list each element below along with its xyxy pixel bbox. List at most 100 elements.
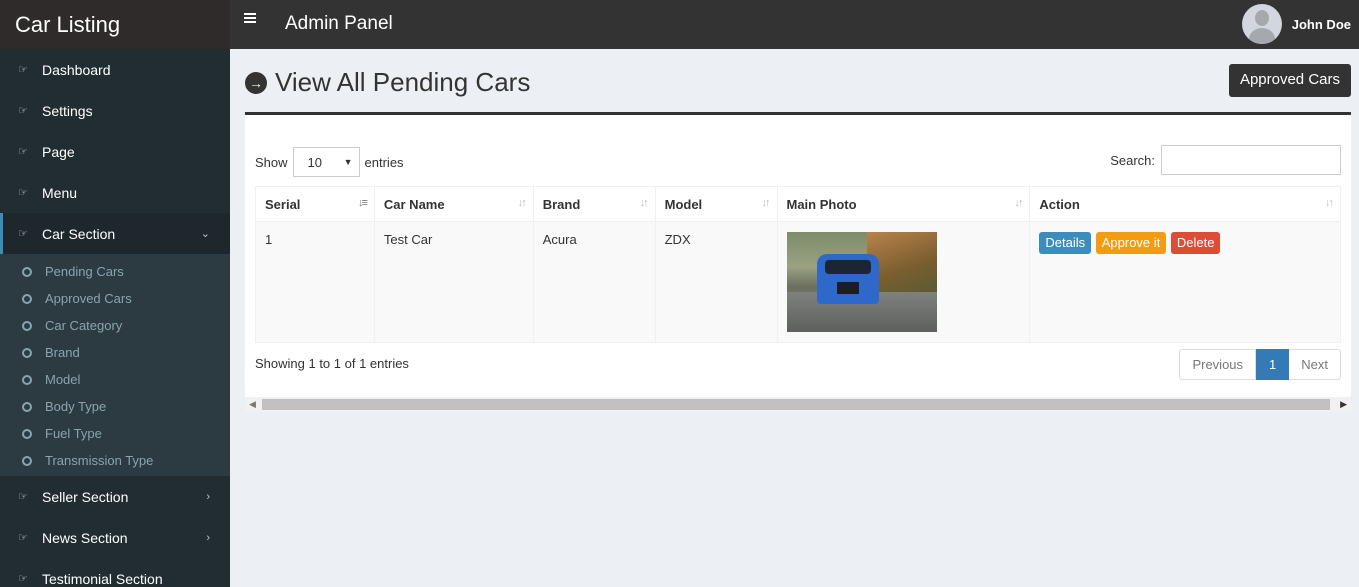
sort-icon: ↓↑ [761, 197, 771, 209]
submenu-item-body-type[interactable]: Body Type [0, 393, 230, 420]
sort-icon: ↓↑ [517, 197, 527, 209]
circle-icon [22, 293, 32, 304]
top-navbar: Admin Panel John Doe [230, 0, 1359, 49]
submenu-item-transmission-type[interactable]: Transmission Type [0, 447, 230, 474]
chevron-down-icon: ⌄ [200, 228, 210, 240]
page-1-button[interactable]: 1 [1256, 349, 1290, 380]
submenu-item-label: Transmission Type [45, 453, 154, 468]
cell-action: Details Approve it Delete [1029, 221, 1341, 343]
car-section-submenu: Pending Cars Approved Cars Car Category … [0, 254, 230, 476]
chevron-right-icon: › [206, 531, 210, 544]
cell-brand: Acura [532, 221, 656, 343]
chevron-right-icon: › [206, 490, 210, 503]
pagination: Previous 1 Next [1179, 349, 1341, 380]
column-header-serial[interactable]: Serial ↓≡ [255, 186, 375, 222]
circle-icon [22, 455, 32, 466]
page-title: → View All Pending Cars [245, 67, 530, 98]
scrollbar-thumb[interactable] [262, 399, 1330, 410]
approved-cars-button[interactable]: Approved Cars [1228, 64, 1351, 97]
sidebar-item-label: Car Section [42, 225, 116, 242]
column-header-brand[interactable]: Brand ↓↑ [532, 186, 656, 222]
submenu-item-model[interactable]: Model [0, 366, 230, 393]
main-content: → View All Pending Cars Approved Cars Sh… [230, 49, 1359, 587]
column-header-model[interactable]: Model ↓↑ [654, 186, 778, 222]
sort-icon: ↓↑ [639, 197, 649, 209]
search-label: Search: [1110, 152, 1155, 168]
submenu-item-approved-cars[interactable]: Approved Cars [0, 285, 230, 312]
cell-model: ZDX [654, 221, 778, 343]
sort-icon: ↓↑ [1014, 197, 1023, 209]
sidebar-item-label: Page [42, 143, 75, 160]
cell-serial: 1 [255, 221, 375, 343]
hand-pointer-icon: ☞ [18, 187, 28, 199]
horizontal-scrollbar[interactable]: ◀ ▶ [245, 397, 1351, 412]
submenu-item-pending-cars[interactable]: Pending Cars [0, 258, 230, 285]
search-input[interactable] [1161, 145, 1341, 175]
sidebar-item-settings[interactable]: ☞ Settings [0, 90, 230, 131]
scroll-right-icon[interactable]: ▶ [1340, 399, 1347, 410]
hand-pointer-icon: ☞ [18, 491, 28, 503]
sidebar-item-label: Dashboard [42, 61, 111, 78]
search-control: Search: [1110, 145, 1341, 175]
delete-button[interactable]: Delete [1170, 232, 1221, 254]
circle-icon [22, 401, 32, 412]
sidebar-item-page[interactable]: ☞ Page [0, 131, 230, 172]
hand-pointer-icon: ☞ [18, 228, 28, 240]
circle-arrow-right-icon: → [245, 71, 267, 94]
hand-pointer-icon: ☞ [18, 532, 28, 544]
entries-length-control: Show 10 ▼ entries [255, 147, 404, 177]
column-header-action[interactable]: Action ↓↑ [1029, 186, 1341, 222]
column-header-label: Brand [542, 196, 581, 212]
sidebar-item-menu[interactable]: ☞ Menu [0, 172, 230, 213]
column-header-car-name[interactable]: Car Name ↓↑ [373, 186, 534, 222]
menu-toggle-icon[interactable] [244, 13, 256, 25]
details-button[interactable]: Details [1039, 232, 1092, 254]
user-name: John Doe [1291, 16, 1351, 32]
sidebar-item-news-section[interactable]: ☞ News Section › [0, 517, 230, 558]
sidebar-item-testimonial-section[interactable]: ☞ Testimonial Section [0, 558, 230, 587]
scroll-left-icon[interactable]: ◀ [249, 399, 256, 410]
previous-page-button[interactable]: Previous [1179, 349, 1257, 380]
column-header-label: Model [664, 196, 703, 212]
approve-button[interactable]: Approve it [1095, 232, 1167, 254]
submenu-item-label: Brand [45, 345, 80, 360]
circle-icon [22, 320, 32, 331]
table-box: Show 10 ▼ entries Search: Serial ↓≡ Car N… [245, 112, 1351, 412]
hand-pointer-icon: ☞ [18, 105, 28, 117]
sidebar-item-label: Menu [42, 184, 78, 201]
submenu-item-label: Car Category [45, 318, 123, 333]
submenu-item-brand[interactable]: Brand [0, 339, 230, 366]
column-header-label: Action [1039, 196, 1080, 212]
table-row: 1 Test Car Acura ZDX Details Approve it … [255, 221, 1341, 343]
brand-logo[interactable]: Car Listing [0, 0, 230, 49]
header-title: Admin Panel [285, 13, 393, 34]
sidebar-item-label: Seller Section [42, 488, 129, 505]
circle-icon [22, 347, 32, 358]
user-menu[interactable]: John Doe [1241, 4, 1351, 44]
submenu-item-label: Approved Cars [45, 291, 132, 306]
hand-pointer-icon: ☞ [18, 146, 28, 158]
submenu-item-label: Model [45, 372, 81, 387]
column-header-main-photo[interactable]: Main Photo ↓↑ [776, 186, 1031, 222]
sidebar-item-label: Settings [42, 102, 93, 119]
avatar [1241, 4, 1282, 44]
hand-pointer-icon: ☞ [18, 64, 28, 76]
submenu-item-label: Body Type [45, 399, 107, 414]
column-header-label: Car Name [383, 196, 445, 212]
sidebar-item-label: News Section [42, 529, 128, 546]
sidebar-item-car-section[interactable]: ☞ Car Section ⌄ [0, 213, 230, 254]
submenu-item-car-category[interactable]: Car Category [0, 312, 230, 339]
show-label: Show [255, 154, 288, 170]
sidebar-item-seller-section[interactable]: ☞ Seller Section › [0, 476, 230, 517]
circle-icon [22, 428, 32, 439]
submenu-item-label: Fuel Type [45, 426, 102, 441]
pending-cars-table: Serial ↓≡ Car Name ↓↑ Brand ↓↑ Model ↓↑ Main… [255, 186, 1341, 343]
entries-label: entries [364, 154, 404, 170]
submenu-item-fuel-type[interactable]: Fuel Type [0, 420, 230, 447]
submenu-item-label: Pending Cars [45, 264, 124, 279]
next-page-button[interactable]: Next [1289, 349, 1341, 380]
column-header-label: Serial [265, 196, 301, 212]
sidebar-item-dashboard[interactable]: ☞ Dashboard [0, 49, 230, 90]
page-title-text: View All Pending Cars [275, 67, 531, 97]
entries-select[interactable]: 10 ▼ [292, 147, 360, 177]
